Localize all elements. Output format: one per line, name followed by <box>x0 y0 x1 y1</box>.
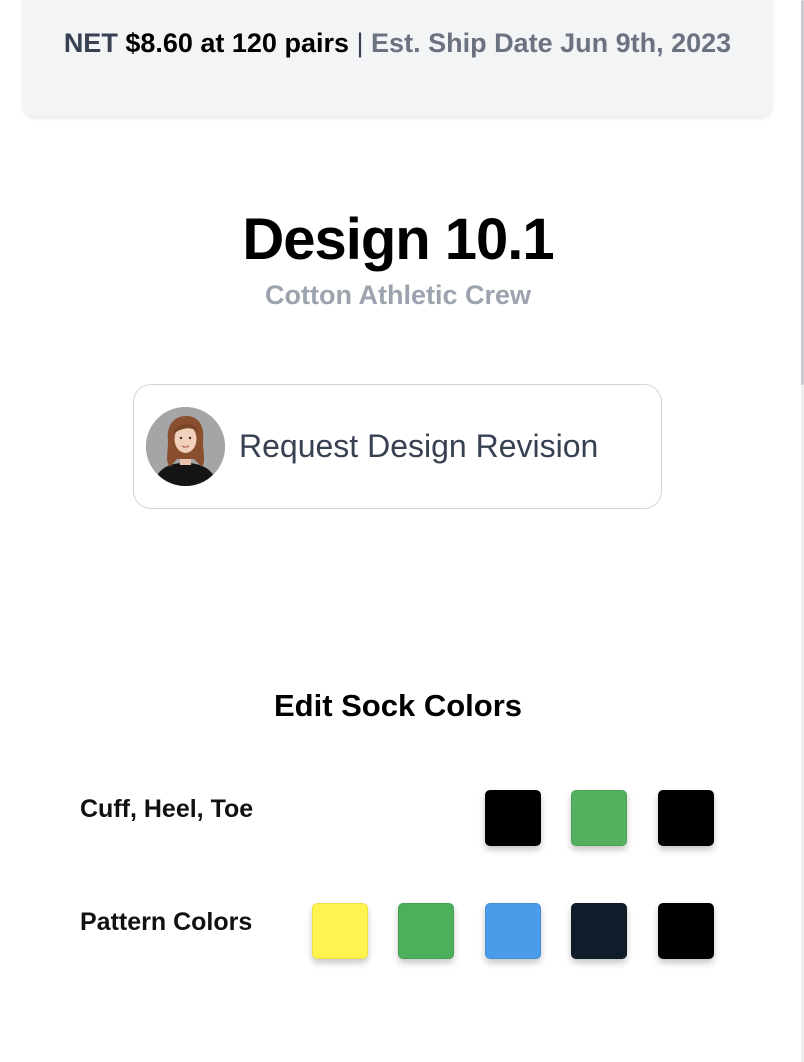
net-label: NET <box>63 28 118 58</box>
edit-sock-colors-title: Edit Sock Colors <box>273 688 523 723</box>
pricing-summary-bar: NET $8.60 at 120 pairs | Est. Ship Date … <box>23 0 772 116</box>
pattern-color-swatch-1[interactable] <box>312 903 368 959</box>
page: NET $8.60 at 120 pairs | Est. Ship Date … <box>0 0 804 1062</box>
ship-date: Est. Ship Date Jun 9th, 2023 <box>371 28 732 58</box>
cuff-color-swatch-1[interactable] <box>485 790 541 846</box>
page-title: Design 10.1 <box>242 207 554 272</box>
separator: | <box>356 28 364 58</box>
request-revision-label: Request Design Revision <box>239 428 599 464</box>
pattern-color-swatch-2[interactable] <box>398 903 454 959</box>
pattern-color-swatch-5[interactable] <box>658 903 714 959</box>
cuff-heel-toe-label: Cuff, Heel, Toe <box>80 795 254 823</box>
designer-avatar <box>146 407 225 486</box>
net-price: $8.60 at 120 pairs <box>125 28 349 58</box>
design-header: Design 10.1 Cotton Athletic Crew <box>0 200 796 312</box>
pattern-colors-label: Pattern Colors <box>80 908 253 936</box>
pattern-color-swatch-4[interactable] <box>571 903 627 959</box>
cuff-color-swatch-2[interactable] <box>571 790 627 846</box>
request-design-revision-button[interactable]: Request Design Revision <box>133 384 662 509</box>
cuff-color-swatch-3[interactable] <box>658 790 714 846</box>
pattern-color-swatch-3[interactable] <box>485 903 541 959</box>
avatar-photo <box>146 407 225 486</box>
product-subtitle: Cotton Athletic Crew <box>265 280 531 310</box>
